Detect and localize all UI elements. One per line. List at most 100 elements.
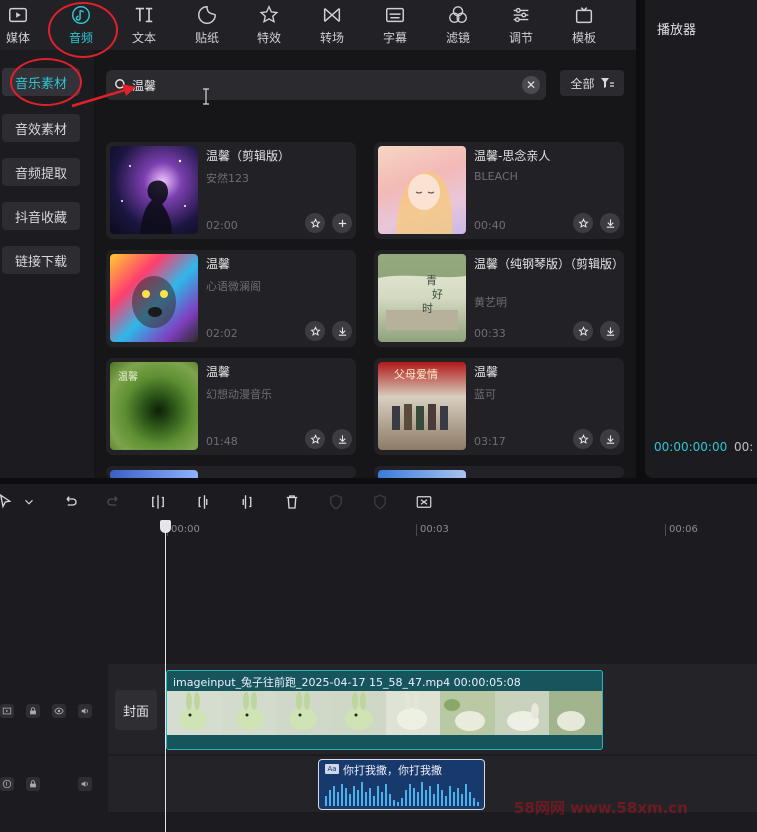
- trim-right-icon: [242, 495, 252, 509]
- album-cover: [110, 254, 198, 342]
- redo-button[interactable]: [104, 492, 124, 512]
- audio-clip[interactable]: Aa 你打我撒，你打我撒: [318, 759, 485, 810]
- favorite-button[interactable]: [573, 321, 593, 341]
- audio-clip-label: 你打我撒，你打我撒: [343, 764, 442, 777]
- song-card[interactable]: 温馨 心语微澜阁 02:02: [106, 250, 356, 347]
- video-clip[interactable]: imageinput_兔子往前跑_2025-04-17 15_58_47.mp4…: [166, 670, 603, 750]
- category-text[interactable]: 文本: [114, 4, 174, 48]
- category-effects[interactable]: 特效: [239, 4, 299, 48]
- category-filter[interactable]: 滤镜: [428, 4, 488, 48]
- trim-left-button[interactable]: [193, 492, 213, 512]
- song-card-partial[interactable]: [374, 466, 624, 478]
- playhead-line[interactable]: [165, 522, 166, 832]
- mute-track-button[interactable]: [78, 777, 92, 791]
- text-cursor-icon: [203, 88, 209, 105]
- hide-track-button[interactable]: [52, 704, 66, 718]
- video-frame: [494, 691, 550, 735]
- text-to-speech-badge: Aa: [325, 764, 339, 774]
- song-card[interactable]: 温馨-思念亲人 BLEACH 00:40: [374, 142, 624, 239]
- cover-label: 封面: [122, 704, 149, 720]
- star-icon: [577, 433, 589, 444]
- speaker-icon: [81, 781, 88, 787]
- download-button[interactable]: [332, 321, 352, 341]
- download-button[interactable]: [600, 321, 620, 341]
- template-icon: [575, 7, 593, 24]
- sidebar-item-label: 链接下载: [14, 254, 67, 270]
- video-frame: [549, 691, 602, 735]
- song-duration: 01:48: [206, 435, 238, 448]
- tick-label: 00:06: [669, 524, 698, 535]
- split-icon: [152, 495, 164, 509]
- category-transition[interactable]: 转场: [302, 4, 362, 48]
- watermark: 58网网 www.58xm.cn: [514, 799, 688, 817]
- search-input[interactable]: 温馨 ✕: [106, 70, 546, 100]
- song-title: 温馨-思念亲人: [474, 149, 551, 163]
- split-button[interactable]: [148, 492, 168, 512]
- song-card[interactable]: 青好时 温馨（纯钢琴版）（剪辑版） 黄艺明 00:33: [374, 250, 624, 347]
- sidebar-item-audio-extract[interactable]: 音频提取: [2, 158, 80, 186]
- player-total-time: 00:: [734, 440, 754, 454]
- category-sticker[interactable]: 贴纸: [177, 4, 237, 48]
- delete-button[interactable]: [282, 492, 302, 512]
- download-icon: [338, 434, 346, 444]
- star-icon: [577, 217, 589, 228]
- category-subtitle[interactable]: 字幕: [365, 4, 425, 48]
- favorite-button[interactable]: [573, 429, 593, 449]
- filter-funnel-icon: [600, 78, 614, 88]
- song-duration: 00:40: [474, 219, 506, 232]
- download-button[interactable]: [332, 429, 352, 449]
- lock-track-button[interactable]: [26, 704, 40, 718]
- select-tool-button[interactable]: [0, 492, 16, 512]
- album-cover: 青好时: [378, 254, 466, 342]
- song-card-partial[interactable]: [106, 466, 356, 478]
- category-label: 滤镜: [445, 31, 470, 45]
- mute-track-button[interactable]: [78, 704, 92, 718]
- favorite-button[interactable]: [305, 213, 325, 233]
- plus-icon: [338, 219, 346, 227]
- category-adjust[interactable]: 调节: [491, 4, 551, 48]
- lock-icon: [30, 707, 36, 715]
- playhead-handle[interactable]: [160, 520, 171, 533]
- player-title: 播放器: [657, 23, 697, 38]
- add-to-track-button[interactable]: [332, 213, 352, 233]
- video-frame: [440, 691, 495, 735]
- undo-button[interactable]: [60, 492, 80, 512]
- sidebar-item-link-download[interactable]: 链接下载: [2, 246, 80, 274]
- track-video-type-icon: [0, 704, 14, 718]
- track-audio-type-icon: [0, 777, 14, 791]
- tick-mark: [416, 524, 417, 536]
- subtitle-icon: [386, 7, 404, 23]
- sidebar-item-label: 音频提取: [14, 166, 67, 182]
- category-label: 转场: [319, 31, 344, 45]
- category-template[interactable]: 模板: [554, 4, 614, 48]
- favorite-button[interactable]: [305, 321, 325, 341]
- auto-reframe-button[interactable]: [414, 492, 434, 512]
- undo-icon: [66, 496, 77, 506]
- redo-icon: [107, 496, 118, 506]
- svg-text:时: 时: [422, 302, 433, 315]
- text-icon: [135, 7, 153, 23]
- cover-button[interactable]: 封面: [115, 690, 157, 730]
- filter-button[interactable]: 全部: [560, 70, 624, 96]
- mark-button[interactable]: [326, 492, 346, 512]
- song-card[interactable]: 温馨（剪辑版） 安然123 02:00: [106, 142, 356, 239]
- song-card[interactable]: 父母爱情 温馨 蓝可 03:17: [374, 358, 624, 455]
- lock-track-button[interactable]: [26, 777, 40, 791]
- favorite-button[interactable]: [573, 213, 593, 233]
- freeze-button[interactable]: [370, 492, 390, 512]
- song-artist: BLEACH: [474, 170, 518, 183]
- player-panel: 播放器 00:00:00:00 00:: [645, 0, 757, 478]
- clear-search-button[interactable]: ✕: [522, 76, 540, 94]
- svg-text:好: 好: [432, 287, 443, 301]
- favorite-button[interactable]: [305, 429, 325, 449]
- select-tool-dropdown[interactable]: [22, 492, 36, 512]
- category-media[interactable]: 媒体: [0, 4, 48, 48]
- song-duration: 02:02: [206, 327, 238, 340]
- song-card[interactable]: 温馨 温馨 幻想动漫音乐 01:48: [106, 358, 356, 455]
- sidebar-item-sound-effects[interactable]: 音效素材: [2, 114, 80, 142]
- sidebar-item-douyin-favorites[interactable]: 抖音收藏: [2, 202, 80, 230]
- trim-right-button[interactable]: [237, 492, 257, 512]
- download-button[interactable]: [600, 213, 620, 233]
- download-button[interactable]: [600, 429, 620, 449]
- shield-icon: [330, 494, 342, 510]
